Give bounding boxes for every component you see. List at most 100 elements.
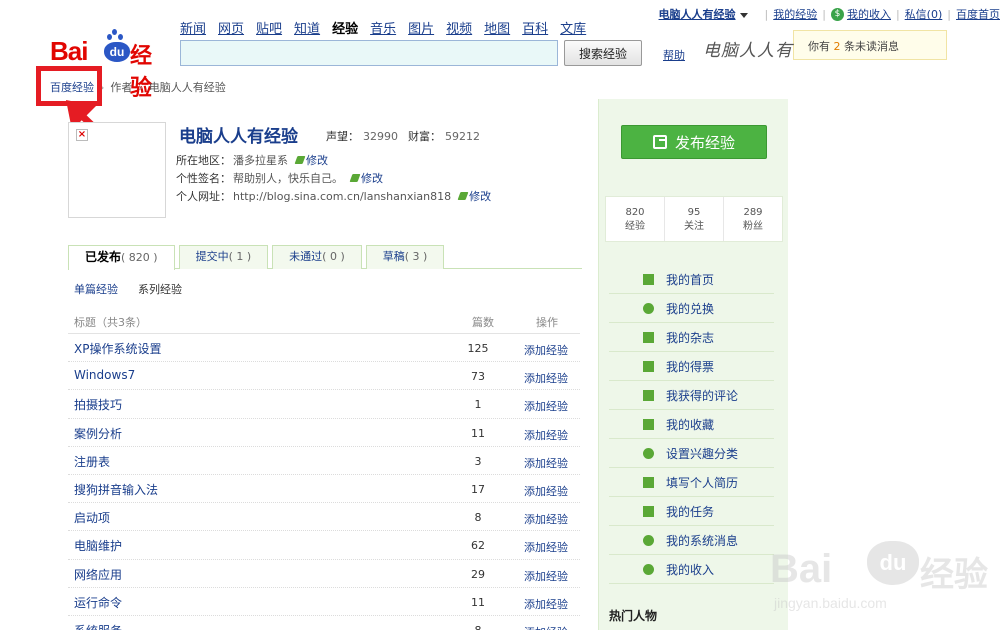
profile-name[interactable]: 电脑人人有经验	[179, 122, 298, 147]
sidebar-menu-item[interactable]: 我的任务	[609, 497, 774, 526]
tab-item[interactable]: 提交中( 1 )	[178, 245, 269, 269]
add-experience-link[interactable]: 添加经验	[524, 455, 568, 471]
stat-label: 粉丝	[743, 221, 763, 232]
series-title-link[interactable]: 搜狗拼音输入法	[74, 481, 158, 498]
stat-item[interactable]: 820 经验	[606, 197, 664, 241]
sidebar-menu-item[interactable]: 我的收藏	[609, 410, 774, 439]
series-title-link[interactable]: 拍摄技巧	[74, 396, 122, 413]
baidu-home-link[interactable]: 百度首页	[956, 6, 1000, 22]
my-exp-link[interactable]: 我的经验	[773, 6, 817, 22]
wealth-value: 59212	[445, 130, 480, 143]
series-title-link[interactable]: 系统服务	[74, 622, 122, 630]
sidebar-menu-item[interactable]: 我获得的评论	[609, 381, 774, 410]
tab-item[interactable]: 已发布( 820 )	[68, 245, 175, 270]
nav-item[interactable]: 百科	[522, 18, 548, 37]
pencil-icon	[349, 174, 361, 182]
task-icon	[643, 505, 654, 517]
series-count: 29	[471, 567, 485, 581]
caret-down-icon	[739, 12, 748, 18]
series-title-link[interactable]: 案例分析	[74, 425, 122, 442]
message-icon	[643, 534, 654, 546]
series-count: 17	[471, 482, 485, 496]
username-menu[interactable]: 电脑人人有经验	[659, 6, 748, 22]
star-icon	[643, 418, 654, 430]
nav-item[interactable]: 地图	[484, 18, 510, 37]
table-row: 注册表 3 添加经验	[68, 447, 580, 475]
series-title-link[interactable]: Windows7	[74, 368, 135, 382]
series-count: 8	[474, 511, 482, 525]
edit-motto-link[interactable]: 修改	[349, 170, 383, 186]
stat-item[interactable]: 289 粉丝	[723, 197, 782, 241]
sidebar-menu-item[interactable]: 我的系统消息	[609, 526, 774, 555]
sidebar-menu-item[interactable]: 我的杂志	[609, 323, 774, 352]
menu-label: 我的首页	[666, 272, 715, 287]
sidebar-menu-item[interactable]: 我的得票	[609, 352, 774, 381]
search-button[interactable]: 搜索经验	[564, 40, 642, 66]
add-experience-link[interactable]: 添加经验	[524, 624, 568, 630]
nav-item[interactable]: 音乐	[370, 18, 396, 37]
add-experience-link[interactable]: 添加经验	[524, 342, 568, 358]
series-title-link[interactable]: 网络应用	[74, 566, 122, 583]
unread-message-notice[interactable]: 你有 2 条未读消息	[793, 30, 947, 60]
url-label: 个人网址：	[176, 190, 231, 203]
tab-item[interactable]: 未通过( 0 )	[272, 245, 362, 269]
series-title-link[interactable]: XP操作系统设置	[74, 340, 161, 357]
series-title-link[interactable]: 注册表	[74, 453, 110, 470]
add-experience-link[interactable]: 添加经验	[524, 427, 568, 443]
income-icon	[643, 563, 654, 575]
my-income-link[interactable]: 我的收入	[847, 6, 891, 22]
nav-item[interactable]: 文库	[560, 18, 586, 37]
logo-bai: Bai	[50, 36, 88, 66]
user-bar: 电脑人人有经验 | 我的经验 | $ 我的收入 | 私信(0) | 百度首页	[659, 6, 1000, 22]
private-msg-link[interactable]: 私信(0)	[905, 6, 943, 22]
help-link[interactable]: 帮助	[663, 47, 685, 63]
stat-number: 95	[687, 207, 701, 218]
breadcrumb-author[interactable]: 作者	[110, 79, 132, 95]
sidebar-menu-item[interactable]: 我的首页	[609, 265, 774, 294]
add-experience-link[interactable]: 添加经验	[524, 596, 568, 612]
region-label: 所在地区：	[176, 154, 231, 167]
nav-item[interactable]: 网页	[218, 18, 244, 37]
series-title-link[interactable]: 运行命令	[74, 594, 122, 611]
edit-url-link[interactable]: 修改	[457, 188, 491, 204]
series-title-link[interactable]: 电脑维护	[74, 537, 122, 554]
table-row: 电脑维护 62 添加经验	[68, 531, 580, 560]
add-experience-link[interactable]: 添加经验	[524, 539, 568, 555]
search-input[interactable]	[180, 40, 558, 66]
top-nav: 新闻 网页 贴吧 知道 经验 音乐 图片 视频 地图 百科 文库	[180, 18, 598, 37]
nav-item[interactable]: 图片	[408, 18, 434, 37]
add-experience-link[interactable]: 添加经验	[524, 568, 568, 584]
url-row: 个人网址： http://blog.sina.com.cn/lanshanxia…	[176, 188, 491, 204]
nav-item[interactable]: 新闻	[180, 18, 206, 37]
avatar[interactable]: ×	[68, 122, 166, 218]
sidebar-menu-item[interactable]: 我的收入	[609, 555, 774, 584]
series-title-link[interactable]: 启动项	[74, 509, 110, 526]
stat-item[interactable]: 95 关注	[664, 197, 723, 241]
nav-item[interactable]: 经验	[332, 18, 358, 37]
vote-icon	[643, 360, 654, 372]
table-row: 网络应用 29 添加经验	[68, 560, 580, 588]
subtab-series[interactable]: 系列经验	[138, 281, 182, 297]
exchange-icon	[643, 302, 654, 314]
baidu-jingyan-logo[interactable]: Bai du 经验	[50, 29, 170, 101]
header-op: 操作	[536, 316, 558, 329]
add-experience-link[interactable]: 添加经验	[524, 370, 568, 386]
add-experience-link[interactable]: 添加经验	[524, 483, 568, 499]
edit-region-link[interactable]: 修改	[294, 152, 328, 168]
tag-icon	[643, 447, 654, 459]
sidebar-menu-item[interactable]: 我的兑换	[609, 294, 774, 323]
add-experience-link[interactable]: 添加经验	[524, 398, 568, 414]
add-experience-link[interactable]: 添加经验	[524, 511, 568, 527]
publish-experience-button[interactable]: 发布经验	[621, 125, 767, 159]
nav-item[interactable]: 视频	[446, 18, 472, 37]
sidebar-menu-item[interactable]: 填写个人简历	[609, 468, 774, 497]
sidebar-menu-item[interactable]: 设置兴趣分类	[609, 439, 774, 468]
nav-item[interactable]: 知道	[294, 18, 320, 37]
subtab-single[interactable]: 单篇经验	[74, 281, 118, 297]
msg-prefix: 你有	[808, 40, 830, 53]
tab-count: ( 3 )	[404, 250, 428, 263]
tab-item[interactable]: 草稿( 3 )	[365, 245, 445, 269]
motto-value: 帮助别人，快乐自己。	[233, 172, 343, 185]
series-count: 125	[467, 342, 489, 355]
nav-item[interactable]: 贴吧	[256, 18, 282, 37]
